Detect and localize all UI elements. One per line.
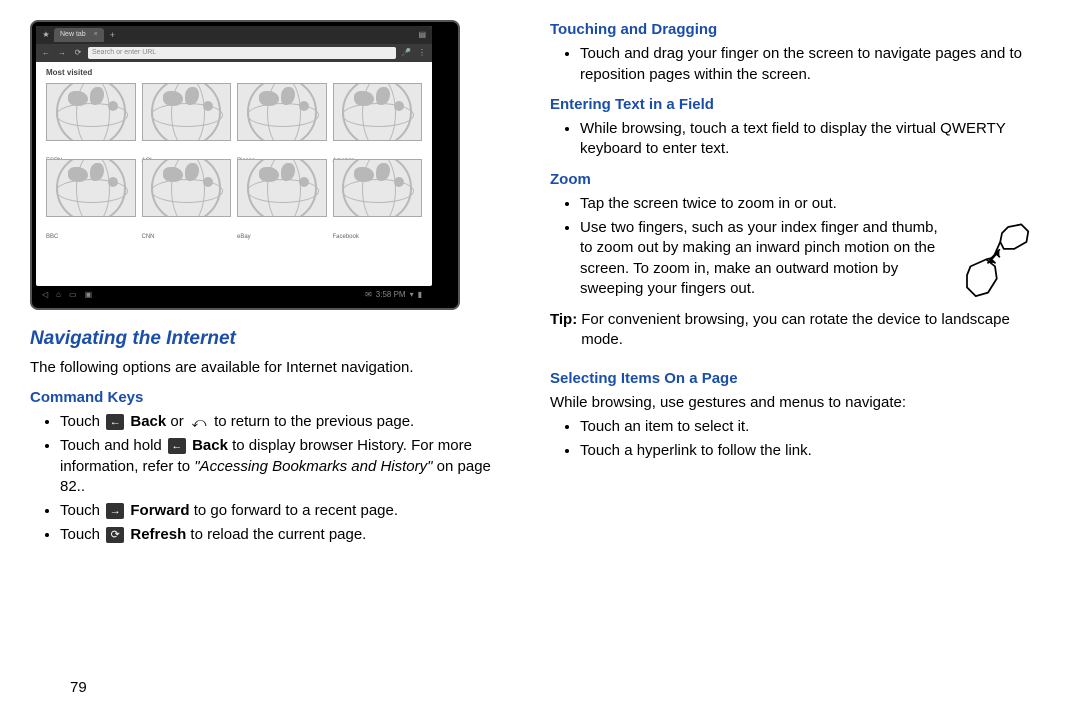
list-item: Touch ← Back or ⤺ to return to the previ… xyxy=(60,412,510,432)
thumb-cell: eBay xyxy=(237,159,327,229)
tablet-screenshot: ★ New tab × + ▤ ← → ⟳ Search or enter UR… xyxy=(30,20,460,310)
battery-icon: ▮ xyxy=(418,290,422,301)
notif-icon: ✉ xyxy=(365,290,372,301)
back-icon: ◁ xyxy=(42,290,48,301)
url-field: Search or enter URL xyxy=(88,47,396,59)
thumb-cell: CNN xyxy=(142,159,232,229)
pinch-gesture-icon xyxy=(960,222,1030,302)
thumb-cell: AOL xyxy=(142,83,232,153)
back-arrow-icon: ← xyxy=(168,438,186,454)
forward-icon: → xyxy=(56,47,68,59)
list-item: Tap the screen twice to zoom in or out. xyxy=(580,194,1030,214)
system-bar: ◁ ⌂ ▭ ▣ ✉ 3:58 PM ▾ ▮ xyxy=(36,286,428,304)
thumb-cell: ESPN xyxy=(46,83,136,153)
list-item: Touch a hyperlink to follow the link. xyxy=(580,441,1030,461)
screenshot-icon: ▣ xyxy=(85,290,93,301)
thumb-cell: Amazon xyxy=(333,83,423,153)
section-heading: Navigating the Internet xyxy=(30,326,510,352)
wifi-icon: ▾ xyxy=(410,290,414,301)
page-number: 79 xyxy=(70,679,87,696)
close-icon: × xyxy=(94,31,98,38)
subheading: Command Keys xyxy=(30,388,510,408)
tab-label: New tab xyxy=(60,31,86,38)
plus-icon: + xyxy=(106,29,119,41)
tip-text: For convenient browsing, you can rotate … xyxy=(581,310,1030,351)
thumb-cell: Picasa xyxy=(237,83,327,153)
star-icon: ★ xyxy=(40,29,52,41)
list-item: While browsing, touch a text field to di… xyxy=(580,119,1030,160)
command-keys-list: Touch ← Back or ⤺ to return to the previ… xyxy=(30,412,510,546)
cross-reference: "Accessing Bookmarks and History" xyxy=(194,458,432,475)
forward-arrow-icon: → xyxy=(106,503,124,519)
refresh-icon: ⟳ xyxy=(72,47,84,59)
list-item: Touch → Forward to go forward to a recen… xyxy=(60,501,510,521)
tab-bar: ★ New tab × + ▤ xyxy=(36,26,432,44)
mic-icon: 🎤 xyxy=(400,47,412,59)
list-item: Touch and hold ← Back to display browser… xyxy=(60,436,510,497)
thumb-cell: Facebook xyxy=(333,159,423,229)
browser-tab: New tab × xyxy=(54,28,104,41)
address-bar: ← → ⟳ Search or enter URL 🎤 ⋮ xyxy=(36,44,432,62)
browser-window: ★ New tab × + ▤ ← → ⟳ Search or enter UR… xyxy=(36,26,432,286)
list-item: Touch and drag your finger on the screen… xyxy=(580,44,1030,85)
url-placeholder: Search or enter URL xyxy=(92,48,156,57)
list-item: Touch ⟳ Refresh to reload the current pa… xyxy=(60,525,510,545)
intro-text: The following options are available for … xyxy=(30,358,510,378)
subheading: Touching and Dragging xyxy=(550,20,1030,40)
hw-back-icon: ⤺ xyxy=(190,414,208,430)
right-column: Touching and Dragging Touch and drag you… xyxy=(550,20,1030,552)
clock-text: 3:58 PM xyxy=(376,290,406,301)
most-visited-label: Most visited xyxy=(36,62,432,81)
bookmarks-icon: ▤ xyxy=(418,30,432,41)
subheading: Selecting Items On a Page xyxy=(550,369,1030,389)
refresh-icon: ⟳ xyxy=(106,527,124,543)
home-icon: ⌂ xyxy=(56,290,61,301)
list-item: Use two fingers, such as your index fing… xyxy=(580,218,1030,302)
back-icon: ← xyxy=(40,47,52,59)
selecting-intro: While browsing, use gestures and menus t… xyxy=(550,393,1030,413)
thumbnails-grid: ESPN AOL Picasa Amazon BBC CNN eBay Face… xyxy=(36,81,432,231)
back-arrow-icon: ← xyxy=(106,414,124,430)
tip-label: Tip: xyxy=(550,310,577,351)
zoom-text: Use two fingers, such as your index fing… xyxy=(580,218,950,299)
subheading: Entering Text in a Field xyxy=(550,95,1030,115)
list-item: Touch an item to select it. xyxy=(580,417,1030,437)
left-column: ★ New tab × + ▤ ← → ⟳ Search or enter UR… xyxy=(30,20,510,552)
thumb-cell: BBC xyxy=(46,159,136,229)
tip-row: Tip: For convenient browsing, you can ro… xyxy=(550,310,1030,351)
recent-icon: ▭ xyxy=(69,290,77,301)
menu-icon: ⋮ xyxy=(416,47,428,59)
subheading: Zoom xyxy=(550,170,1030,190)
